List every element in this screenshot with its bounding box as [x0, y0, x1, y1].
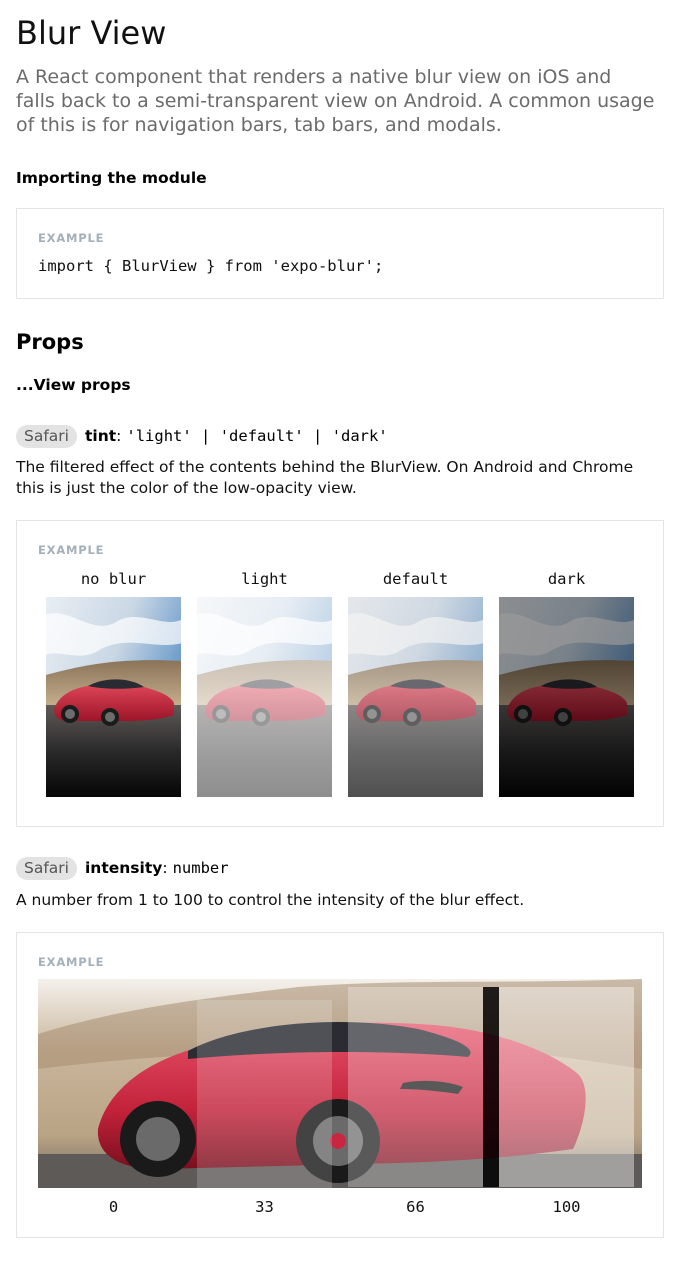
intensity-label-66: 66 — [406, 1198, 425, 1216]
intensity-example-box: EXAMPLE 0 33 66 100 — [16, 932, 664, 1238]
view-props-heading: ...View props — [16, 376, 131, 394]
tint-preview-light — [197, 597, 332, 797]
props-heading: Props — [16, 330, 84, 354]
tint-example-box: EXAMPLE no blur light default dark — [16, 520, 664, 827]
prop-colon: : — [162, 859, 168, 877]
prop-type: number — [172, 859, 229, 877]
importing-heading: Importing the module — [16, 169, 207, 187]
prop-name: tint — [84, 427, 117, 445]
intensity-label-100: 100 — [552, 1198, 581, 1216]
example-label: EXAMPLE — [38, 543, 105, 557]
tint-label-default: default — [382, 570, 449, 588]
intensity-label-0: 0 — [108, 1198, 119, 1216]
tint-preview-default — [348, 597, 483, 797]
import-code: import { BlurView } from 'expo-blur'; — [38, 257, 384, 275]
prop-colon: : — [116, 427, 122, 445]
tint-label-dark: dark — [547, 570, 586, 588]
prop-tint-description: The filtered effect of the contents behi… — [16, 458, 634, 497]
tint-label-light: light — [241, 570, 288, 588]
tint-preview-no-blur — [46, 597, 181, 797]
prop-name: intensity — [84, 859, 163, 877]
example-label: EXAMPLE — [38, 955, 105, 969]
page-title: Blur View — [16, 14, 167, 52]
tint-label-no-blur: no blur — [80, 570, 147, 588]
intensity-preview-image — [38, 979, 642, 1188]
page-lead: A React component that renders a native … — [16, 66, 655, 136]
intensity-label-33: 33 — [255, 1198, 274, 1216]
platform-badge: Safari — [16, 856, 77, 880]
example-label: EXAMPLE — [38, 231, 105, 245]
tint-preview-dark — [499, 597, 634, 797]
prop-type: 'light' | 'default' | 'dark' — [126, 427, 388, 445]
import-example-box: EXAMPLE import { BlurView } from 'expo-b… — [16, 208, 664, 299]
prop-tint-signature: Safari tint: 'light' | 'default' | 'dark… — [16, 424, 388, 448]
prop-intensity-description: A number from 1 to 100 to control the in… — [16, 891, 525, 909]
platform-badge: Safari — [16, 424, 77, 448]
prop-intensity-signature: Safari intensity: number — [16, 856, 229, 880]
